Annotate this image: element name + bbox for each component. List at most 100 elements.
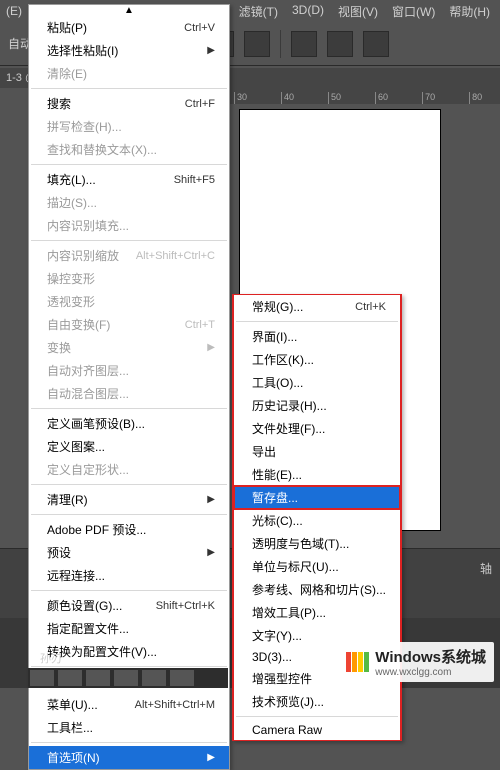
watermark-text: Windows系统城 <box>375 646 486 667</box>
menu-item-label: 增效工具(P)... <box>252 604 326 621</box>
menu-item[interactable]: 指定配置文件... <box>29 617 229 640</box>
menu-item[interactable]: 工具(O)... <box>234 371 400 394</box>
menu-item[interactable]: 暂存盘... <box>234 486 400 509</box>
menu-item-label: 菜单(U)... <box>47 696 98 713</box>
distribute-icon[interactable] <box>291 31 317 57</box>
menu-shortcut: Shift+F5 <box>174 174 215 186</box>
menu-item-label: 3D(3)... <box>252 650 292 664</box>
distribute-icon[interactable] <box>327 31 353 57</box>
menu-item[interactable]: Adobe PDF 预设... <box>29 518 229 541</box>
menu-item-label: 文件处理(F)... <box>252 420 325 437</box>
menu-item-label: 粘贴(P) <box>47 19 87 36</box>
menu-item[interactable]: 定义图案... <box>29 435 229 458</box>
menu-filter[interactable]: 滤镜(T) <box>239 3 278 20</box>
menu-shortcut: Ctrl+V <box>184 22 215 34</box>
menu-item: 透视变形 <box>29 290 229 313</box>
menu-item[interactable]: 性能(E)... <box>234 463 400 486</box>
menu-item[interactable]: 单位与标尺(U)... <box>234 555 400 578</box>
menu-item[interactable]: 常规(G)...Ctrl+K <box>234 295 400 318</box>
thumb[interactable] <box>30 670 54 686</box>
menu-item: 定义自定形状... <box>29 458 229 481</box>
menu-item-label: 查找和替换文本(X)... <box>47 141 157 158</box>
menu-item-label: 增强型控件 <box>252 670 312 687</box>
menu-item-label: 单位与标尺(U)... <box>252 558 339 575</box>
menu-item[interactable]: 技术预览(J)... <box>234 690 400 713</box>
menu-item-label: 暂存盘... <box>252 489 298 506</box>
menu-item[interactable]: 粘贴(P) Ctrl+V <box>29 16 229 39</box>
menu-item[interactable]: 菜单(U)...Alt+Shift+Ctrl+M <box>29 693 229 716</box>
menu-item-label: 光标(C)... <box>252 512 303 529</box>
menu-item-label: 填充(L)... <box>47 171 96 188</box>
menu-item[interactable]: Camera Raw <box>234 720 400 740</box>
menu-help[interactable]: 帮助(H) <box>449 3 490 20</box>
menu-window[interactable]: 窗口(W) <box>392 3 435 20</box>
menu-separator <box>31 666 227 667</box>
menu-separator <box>236 321 398 322</box>
menu-item-label: 自由变换(F) <box>47 316 110 333</box>
menu-item-label: 内容识别缩放 <box>47 247 119 264</box>
menu-item[interactable]: 界面(I)... <box>234 325 400 348</box>
menu-item[interactable]: 远程连接... <box>29 564 229 587</box>
menu-separator <box>31 88 227 89</box>
menu-3d[interactable]: 3D(D) <box>292 3 324 20</box>
menu-item-label: 内容识别填充... <box>47 217 129 234</box>
menu-item[interactable]: 清理(R)▶ <box>29 488 229 511</box>
watermark: Windows系统城 www.wxclgg.com <box>338 642 494 682</box>
thumb[interactable] <box>142 670 166 686</box>
menu-separator <box>31 590 227 591</box>
menu-item-label: 工作区(K)... <box>252 351 314 368</box>
menu-item[interactable]: 定义画笔预设(B)... <box>29 412 229 435</box>
watermark-url: www.wxclgg.com <box>375 667 486 678</box>
menu-item[interactable]: 预设▶ <box>29 541 229 564</box>
brush-label: 孙刃 <box>40 650 62 666</box>
thumb[interactable] <box>170 670 194 686</box>
ruler-horizontal: 304050607080 <box>230 88 500 104</box>
menu-item-label: 操控变形 <box>47 270 95 287</box>
submenu-arrow-icon: ▶ <box>207 45 215 56</box>
menu-item-label: 定义自定形状... <box>47 461 129 478</box>
thumb[interactable] <box>114 670 138 686</box>
menu-item[interactable]: 文件处理(F)... <box>234 417 400 440</box>
thumb[interactable] <box>58 670 82 686</box>
menu-item-label: 自动对齐图层... <box>47 362 129 379</box>
submenu-arrow-icon: ▶ <box>207 494 215 505</box>
menu-item[interactable]: 搜索Ctrl+F <box>29 92 229 115</box>
menu-item-label: 颜色设置(G)... <box>47 597 122 614</box>
menu-item[interactable]: 颜色设置(G)...Shift+Ctrl+K <box>29 594 229 617</box>
menu-item: 自动对齐图层... <box>29 359 229 382</box>
menu-separator <box>31 514 227 515</box>
menu-item[interactable]: 工作区(K)... <box>234 348 400 371</box>
menu-item[interactable]: 透明度与色域(T)... <box>234 532 400 555</box>
menu-edit-indicator[interactable]: (E) <box>0 4 22 18</box>
menu-item: 操控变形 <box>29 267 229 290</box>
menu-item-label: 界面(I)... <box>252 328 297 345</box>
menu-item[interactable]: 光标(C)... <box>234 509 400 532</box>
menu-item: 查找和替换文本(X)... <box>29 138 229 161</box>
menu-item[interactable]: 首选项(N)▶ <box>29 746 229 769</box>
menu-item-label: 导出 <box>252 443 276 460</box>
menu-item[interactable]: 历史记录(H)... <box>234 394 400 417</box>
menu-item[interactable]: 导出 <box>234 440 400 463</box>
distribute-icon[interactable] <box>363 31 389 57</box>
menu-item-label: Adobe PDF 预设... <box>47 521 146 538</box>
menu-item[interactable]: 选择性粘贴(I)▶ <box>29 39 229 62</box>
menu-item-label: Camera Raw <box>252 723 322 737</box>
menu-item-label: 透明度与色域(T)... <box>252 535 349 552</box>
menu-scroll-up-icon[interactable]: ▲ <box>29 5 229 16</box>
menu-item: 拼写检查(H)... <box>29 115 229 138</box>
menu-item[interactable]: 参考线、网格和切片(S)... <box>234 578 400 601</box>
menu-item-label: 常规(G)... <box>252 298 303 315</box>
panel-tab-axis[interactable]: 轴 <box>480 560 492 577</box>
menu-item-label: 拼写检查(H)... <box>47 118 122 135</box>
menu-item[interactable]: 增效工具(P)... <box>234 601 400 624</box>
submenu-arrow-icon: ▶ <box>207 547 215 558</box>
menu-item-label: 工具栏... <box>47 719 93 736</box>
align-icon[interactable] <box>244 31 270 57</box>
menu-item[interactable]: 填充(L)... Shift+F5 <box>29 168 229 191</box>
menu-separator <box>31 742 227 743</box>
menu-item: 内容识别缩放Alt+Shift+Ctrl+C <box>29 244 229 267</box>
menu-item[interactable]: 工具栏... <box>29 716 229 739</box>
menu-item-label: 远程连接... <box>47 567 105 584</box>
menu-view[interactable]: 视图(V) <box>338 3 378 20</box>
thumb[interactable] <box>86 670 110 686</box>
